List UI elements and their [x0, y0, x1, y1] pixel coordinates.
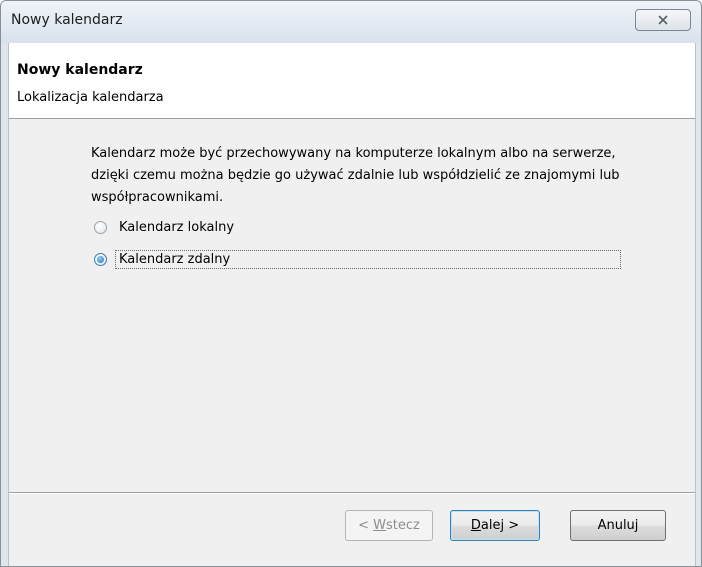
- radio-label-remote[interactable]: Kalendarz zdalny: [115, 249, 621, 269]
- close-button[interactable]: [635, 9, 691, 31]
- description-text: Kalendarz może być przechowywany na komp…: [91, 146, 620, 205]
- back-button-rest: stecz: [386, 518, 420, 533]
- radio-button-unchecked-icon[interactable]: [94, 220, 107, 234]
- back-button-mnemonic: W: [373, 518, 387, 533]
- radio-remote-calendar[interactable]: Kalendarz zdalny: [94, 248, 621, 270]
- cancel-button[interactable]: Anuluj: [570, 510, 666, 541]
- next-button-rest: alej >: [480, 518, 520, 533]
- window-title: Nowy kalendarz: [11, 12, 123, 28]
- close-icon: [657, 15, 669, 25]
- next-button-mnemonic: D: [470, 518, 481, 533]
- radio-button-checked-icon[interactable]: [94, 252, 107, 266]
- wizard-subtitle: Lokalizacja kalendarza: [17, 90, 164, 105]
- next-button[interactable]: Dalej >: [450, 510, 540, 541]
- radio-label-local[interactable]: Kalendarz lokalny: [116, 219, 237, 236]
- wizard-header: Nowy kalendarz Lokalizacja kalendarza: [9, 43, 695, 119]
- radio-local-calendar[interactable]: Kalendarz lokalny: [94, 216, 237, 238]
- title-bar: Nowy kalendarz: [1, 1, 701, 43]
- dialog-window: Nowy kalendarz Nowy kalendarz Lokalizacj…: [0, 0, 702, 567]
- footer-separator: [9, 492, 695, 494]
- wizard-title: Nowy kalendarz: [17, 62, 143, 78]
- dialog-body: Nowy kalendarz Lokalizacja kalendarza Ka…: [8, 43, 696, 566]
- back-button[interactable]: < Wstecz: [345, 510, 433, 541]
- back-button-prefix: <: [358, 518, 374, 533]
